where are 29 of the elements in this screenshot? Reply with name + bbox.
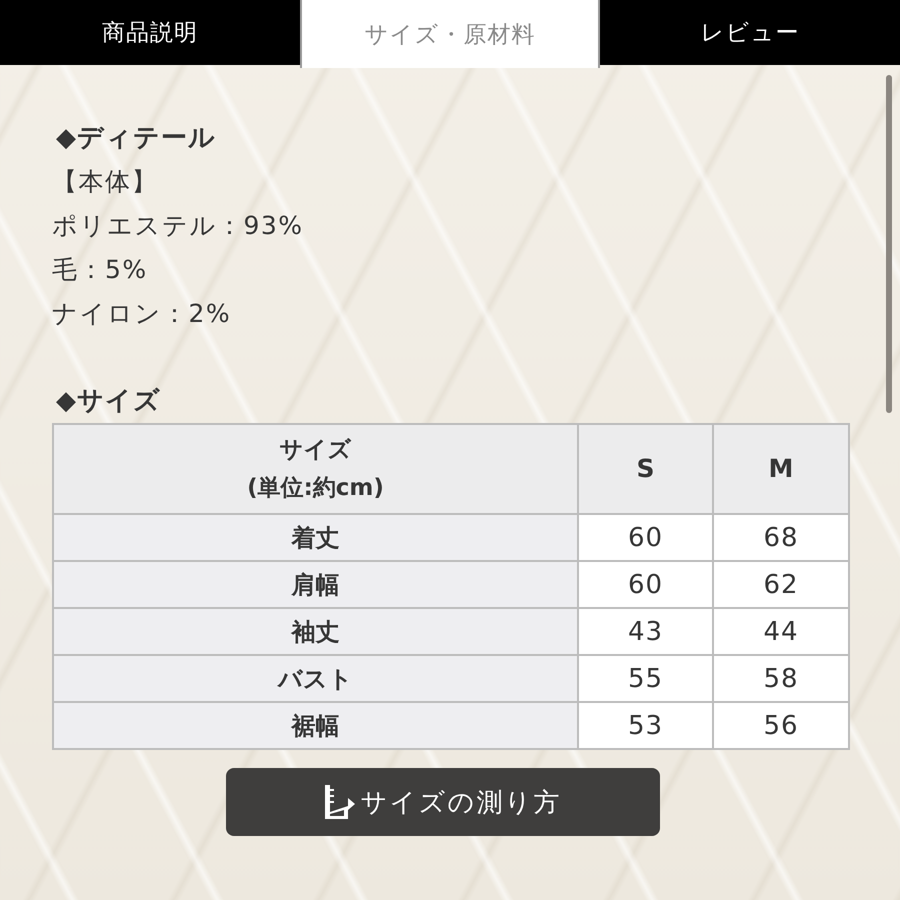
size-guide-button[interactable]: サイズの測り方 (226, 768, 660, 836)
table-cell: 60 (578, 561, 713, 608)
row-header: 袖丈 (53, 608, 578, 655)
detail-text: 【本体】 (52, 166, 158, 198)
column-header: サイズ (単位:約cm) (53, 424, 578, 514)
table-cell: 53 (578, 702, 713, 749)
table-cell: 62 (713, 561, 849, 608)
table-cell: 58 (713, 655, 849, 702)
table-cell: 44 (713, 608, 849, 655)
column-header: M (713, 424, 849, 514)
row-header: 肩幅 (53, 561, 578, 608)
section-heading: ◆サイズ (55, 385, 161, 418)
row-header: 裾幅 (53, 702, 578, 749)
section-heading: ◆ディテール (55, 122, 216, 155)
tab[interactable]: 商品説明 (0, 0, 300, 65)
detail-text: ポリエステル：93% (52, 210, 304, 242)
column-header: S (578, 424, 713, 514)
detail-text: ナイロン：2% (52, 298, 232, 330)
detail-text: 毛：5% (52, 254, 148, 286)
scrollbar-thumb[interactable] (886, 75, 892, 413)
tab[interactable]: レビュー (600, 0, 900, 65)
row-header: 着丈 (53, 514, 578, 561)
ruler-icon (324, 785, 354, 819)
row-header: バスト (53, 655, 578, 702)
table-cell: 60 (578, 514, 713, 561)
table-cell: 68 (713, 514, 849, 561)
table-cell: 56 (713, 702, 849, 749)
table-cell: 43 (578, 608, 713, 655)
table-cell: 55 (578, 655, 713, 702)
